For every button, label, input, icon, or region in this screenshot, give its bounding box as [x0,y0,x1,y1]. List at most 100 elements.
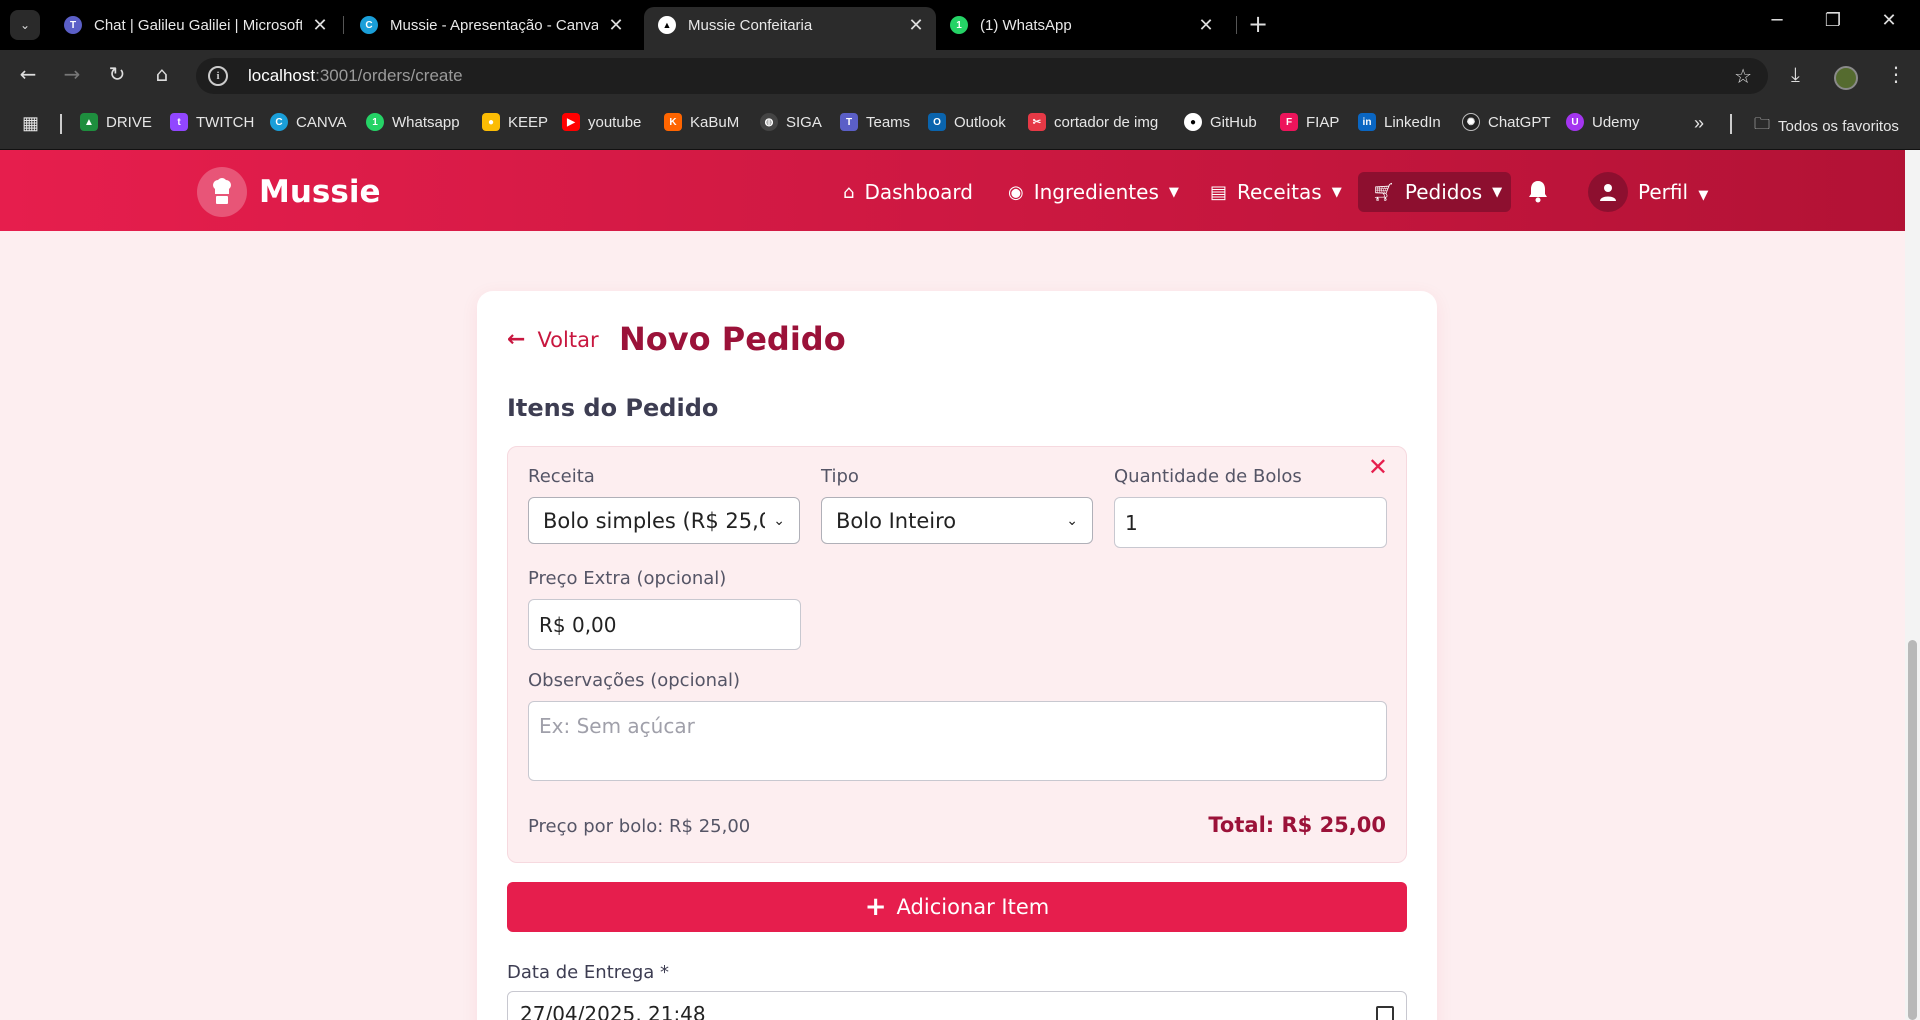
list-icon: ▤ [1210,181,1228,203]
receita-select[interactable]: Bolo simples (R$ 25,00 ⌄ [528,497,800,544]
tab-title: Mussie Confeitaria [688,16,813,34]
user-avatar-icon[interactable] [1588,172,1628,212]
apps-grid-icon[interactable]: ▦ [22,113,39,134]
data-entrega-input[interactable]: 27/04/2025, 21:48 [507,991,1407,1020]
section-title: Itens do Pedido [507,394,719,422]
new-tab-icon[interactable]: + [1244,10,1272,38]
image-cutter-icon: ✂ [1028,113,1046,131]
bookmark-youtube[interactable]: ▶ youtube [562,113,641,131]
more-bookmarks-icon[interactable]: » [1694,113,1704,134]
bookmark-teams[interactable]: T Teams [840,113,910,131]
nav-receitas[interactable]: ▤ Receitas ▼ [1196,172,1356,212]
bookmark-kabum[interactable]: K KaBuM [664,113,739,131]
observacoes-placeholder: Ex: Sem açúcar [539,714,695,738]
calendar-icon[interactable] [1376,1006,1394,1020]
page-scrollbar[interactable] [1905,150,1920,1020]
close-icon[interactable]: ✕ [608,15,624,36]
bookmark-star-icon[interactable]: ☆ [1734,64,1752,88]
close-icon[interactable]: ✕ [1198,15,1214,36]
nav-label: Perfil [1638,180,1689,204]
nav-label: Pedidos [1404,180,1483,204]
order-item: ✕ Receita Bolo simples (R$ 25,00 ⌄ Tipo … [507,446,1407,863]
bookmark-label: FIAP [1306,113,1340,131]
preco-extra-input[interactable]: R$ 0,00 [528,599,801,650]
bookmarks-bar: ▦ ▲ DRIVE t TWITCH C CANVA 1 Whatsapp ● KEEP … [0,98,1920,150]
reload-icon[interactable]: ↻ [103,62,131,86]
observacoes-textarea[interactable]: Ex: Sem açúcar [528,701,1387,781]
browser-profile-avatar[interactable] [1834,66,1858,90]
download-icon[interactable]: ⤓ [1791,62,1800,86]
bookmark-chatgpt[interactable]: ✺ ChatGPT [1462,113,1551,131]
quantidade-input[interactable]: 1 [1114,497,1387,548]
bookmark-linkedin[interactable]: in LinkedIn [1358,113,1441,131]
nav-perfil[interactable]: Perfil ▼ [1638,180,1708,204]
whatsapp-icon: 1 [366,113,384,131]
more-menu-icon[interactable]: ⋮ [1886,62,1906,86]
tipo-label: Tipo [821,466,859,487]
remove-item-icon[interactable]: ✕ [1368,453,1388,481]
add-item-button[interactable]: + Adicionar Item [507,882,1407,932]
bookmark-cortador[interactable]: ✂ cortador de img [1028,113,1158,131]
browser-tab-mussie[interactable]: ▲ Mussie Confeitaria ✕ [644,7,936,50]
github-icon: ● [1184,113,1202,131]
bookmark-whatsapp[interactable]: 1 Whatsapp [366,113,460,131]
site-info-icon[interactable]: i [208,66,228,86]
bell-icon[interactable] [1527,179,1549,209]
price-per-cake: Preço por bolo: R$ 25,00 [528,816,751,837]
bookmark-outlook[interactable]: O Outlook [928,113,1006,131]
back-arrow-icon[interactable]: ← [14,62,42,86]
nav-ingredientes[interactable]: ◉ Ingredientes ▼ [994,172,1193,212]
bookmark-label: SIGA [786,113,822,131]
home-icon[interactable]: ⌂ [148,62,176,86]
bookmark-keep[interactable]: ● KEEP [482,113,548,131]
bookmark-label: GitHub [1210,113,1257,131]
whatsapp-icon: 1 [950,16,968,34]
linkedin-icon: in [1358,113,1376,131]
tab-title: Mussie - Apresentação - Canva [390,16,598,34]
browser-tab-canva[interactable]: C Mussie - Apresentação - Canva ✕ [346,7,636,43]
data-entrega-value: 27/04/2025, 21:48 [520,1002,706,1020]
tab-search-chevron-icon[interactable]: ⌄ [10,10,40,40]
page-title: Novo Pedido [619,320,846,358]
address-toolbar: ← → ↻ ⌂ i localhost:3001/orders/create ☆… [0,50,1920,98]
minimize-icon[interactable]: ─ [1762,10,1792,31]
bookmark-siga[interactable]: ◍ SIGA [760,113,822,131]
all-bookmarks-folder[interactable]: 🗀 Todos os favoritos [1754,113,1899,140]
close-icon[interactable]: ✕ [312,15,328,36]
bookmark-label: ChatGPT [1488,113,1551,131]
teams-icon: T [64,16,82,34]
bookmark-github[interactable]: ● GitHub [1184,113,1257,131]
brand-link[interactable]: Mussie [197,167,380,217]
scrollbar-thumb[interactable] [1908,640,1917,1020]
window-close-icon[interactable]: ✕ [1874,10,1904,31]
chef-hat-icon [197,167,247,217]
udemy-icon: U [1566,113,1584,131]
browser-tab-whatsapp[interactable]: 1 (1) WhatsApp ✕ [936,7,1226,43]
twitch-icon: t [170,113,188,131]
chevron-down-icon: ▼ [1168,184,1179,200]
nav-label: Dashboard [864,180,973,204]
plus-icon: + [864,892,887,922]
chevron-down-icon: ▼ [1492,184,1503,200]
bookmark-label: KEEP [508,113,549,131]
nav-dashboard[interactable]: ⌂ Dashboard [829,172,987,212]
url-input[interactable]: i localhost:3001/orders/create ☆ [196,58,1768,94]
tab-divider [343,16,344,34]
bookmark-label: LinkedIn [1384,113,1441,131]
add-item-label: Adicionar Item [896,895,1050,919]
bookmark-drive[interactable]: ▲ DRIVE [80,113,152,131]
bookmark-canva[interactable]: C CANVA [270,113,347,131]
kabum-icon: K [664,113,682,131]
bookmark-twitch[interactable]: t TWITCH [170,113,254,131]
forward-arrow-icon[interactable]: → [58,62,86,86]
close-icon[interactable]: ✕ [908,15,924,36]
tipo-select[interactable]: Bolo Inteiro ⌄ [821,497,1093,544]
nav-pedidos[interactable]: 🛒︎ Pedidos ▼ [1358,172,1511,212]
bookmark-fiap[interactable]: F FIAP [1280,113,1339,131]
bookmark-udemy[interactable]: U Udemy [1566,113,1640,131]
back-link[interactable]: ← Voltar [507,327,599,352]
bookmark-label: Teams [866,113,911,131]
browser-tab-teams[interactable]: T Chat | Galileu Galilei | Microsoft ✕ [50,7,340,43]
browser-tab-bar: ⌄ T Chat | Galileu Galilei | Microsoft ✕… [0,0,1920,50]
restore-icon[interactable]: ❐ [1818,10,1848,31]
